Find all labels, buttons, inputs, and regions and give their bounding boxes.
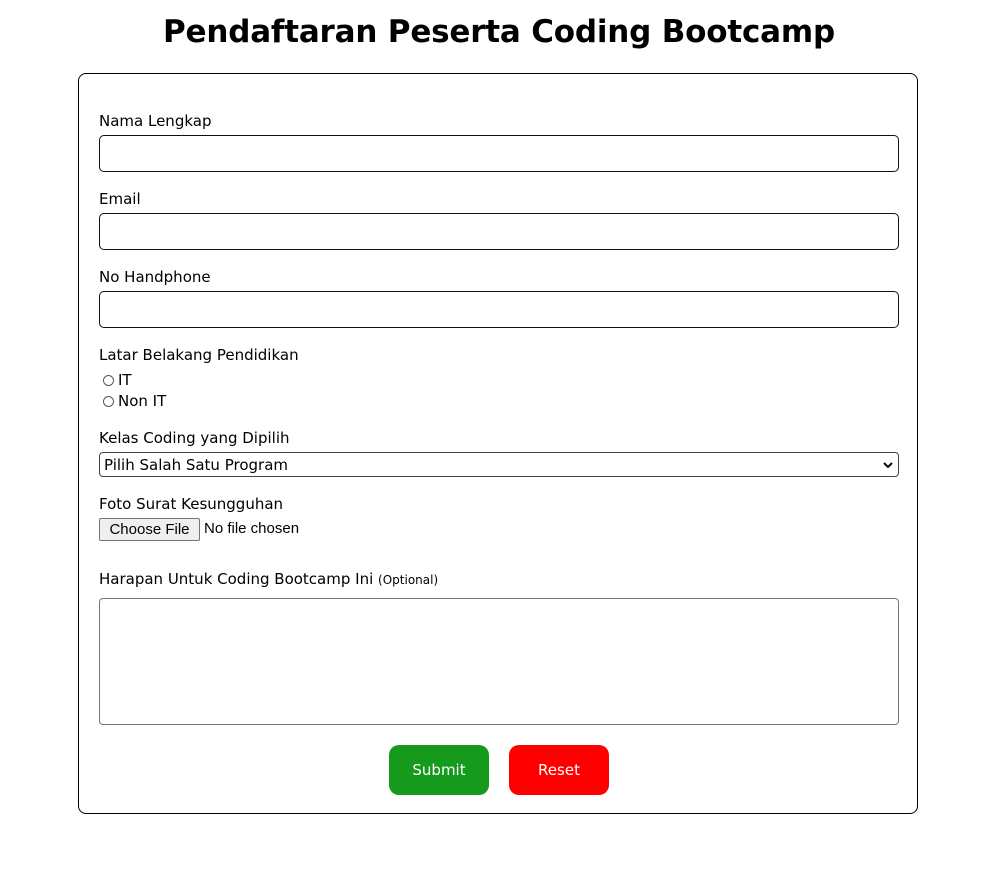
page-title: Pendaftaran Peserta Coding Bootcamp [162, 14, 835, 50]
hope-textarea[interactable] [99, 598, 899, 725]
education-option-non-it-label: Non IT [118, 392, 167, 410]
radio-button-it[interactable] [103, 374, 114, 386]
optional-note: (Optional) [378, 573, 439, 587]
class-select-value: Pilih Salah Satu Program [104, 455, 288, 474]
phone-input[interactable] [99, 291, 899, 328]
phone-label: No Handphone [99, 268, 211, 286]
file-label: Foto Surat Kesungguhan [99, 495, 284, 513]
submit-button[interactable]: Submit [389, 745, 489, 795]
email-label: Email [99, 190, 141, 208]
full-name-label: Nama Lengkap [99, 112, 212, 130]
hope-label-text: Harapan Untuk Coding Bootcamp Ini [99, 570, 374, 588]
file-status: No file chosen [204, 520, 300, 537]
choose-file-button[interactable]: Choose File [99, 518, 200, 541]
chevron-down-icon [883, 461, 893, 468]
education-option-non-it[interactable]: Non IT [103, 392, 166, 410]
hope-label: Harapan Untuk Coding Bootcamp Ini (Optio… [99, 570, 438, 589]
class-select[interactable]: Pilih Salah Satu Program [99, 452, 899, 477]
full-name-input[interactable] [99, 135, 899, 172]
education-label: Latar Belakang Pendidikan [99, 346, 299, 364]
radio-button-non-it[interactable] [103, 395, 114, 407]
education-option-it[interactable]: IT [103, 371, 132, 389]
class-label: Kelas Coding yang Dipilih [99, 429, 290, 447]
email-input[interactable] [99, 213, 899, 250]
education-option-it-label: IT [118, 371, 132, 389]
reset-button[interactable]: Reset [509, 745, 609, 795]
